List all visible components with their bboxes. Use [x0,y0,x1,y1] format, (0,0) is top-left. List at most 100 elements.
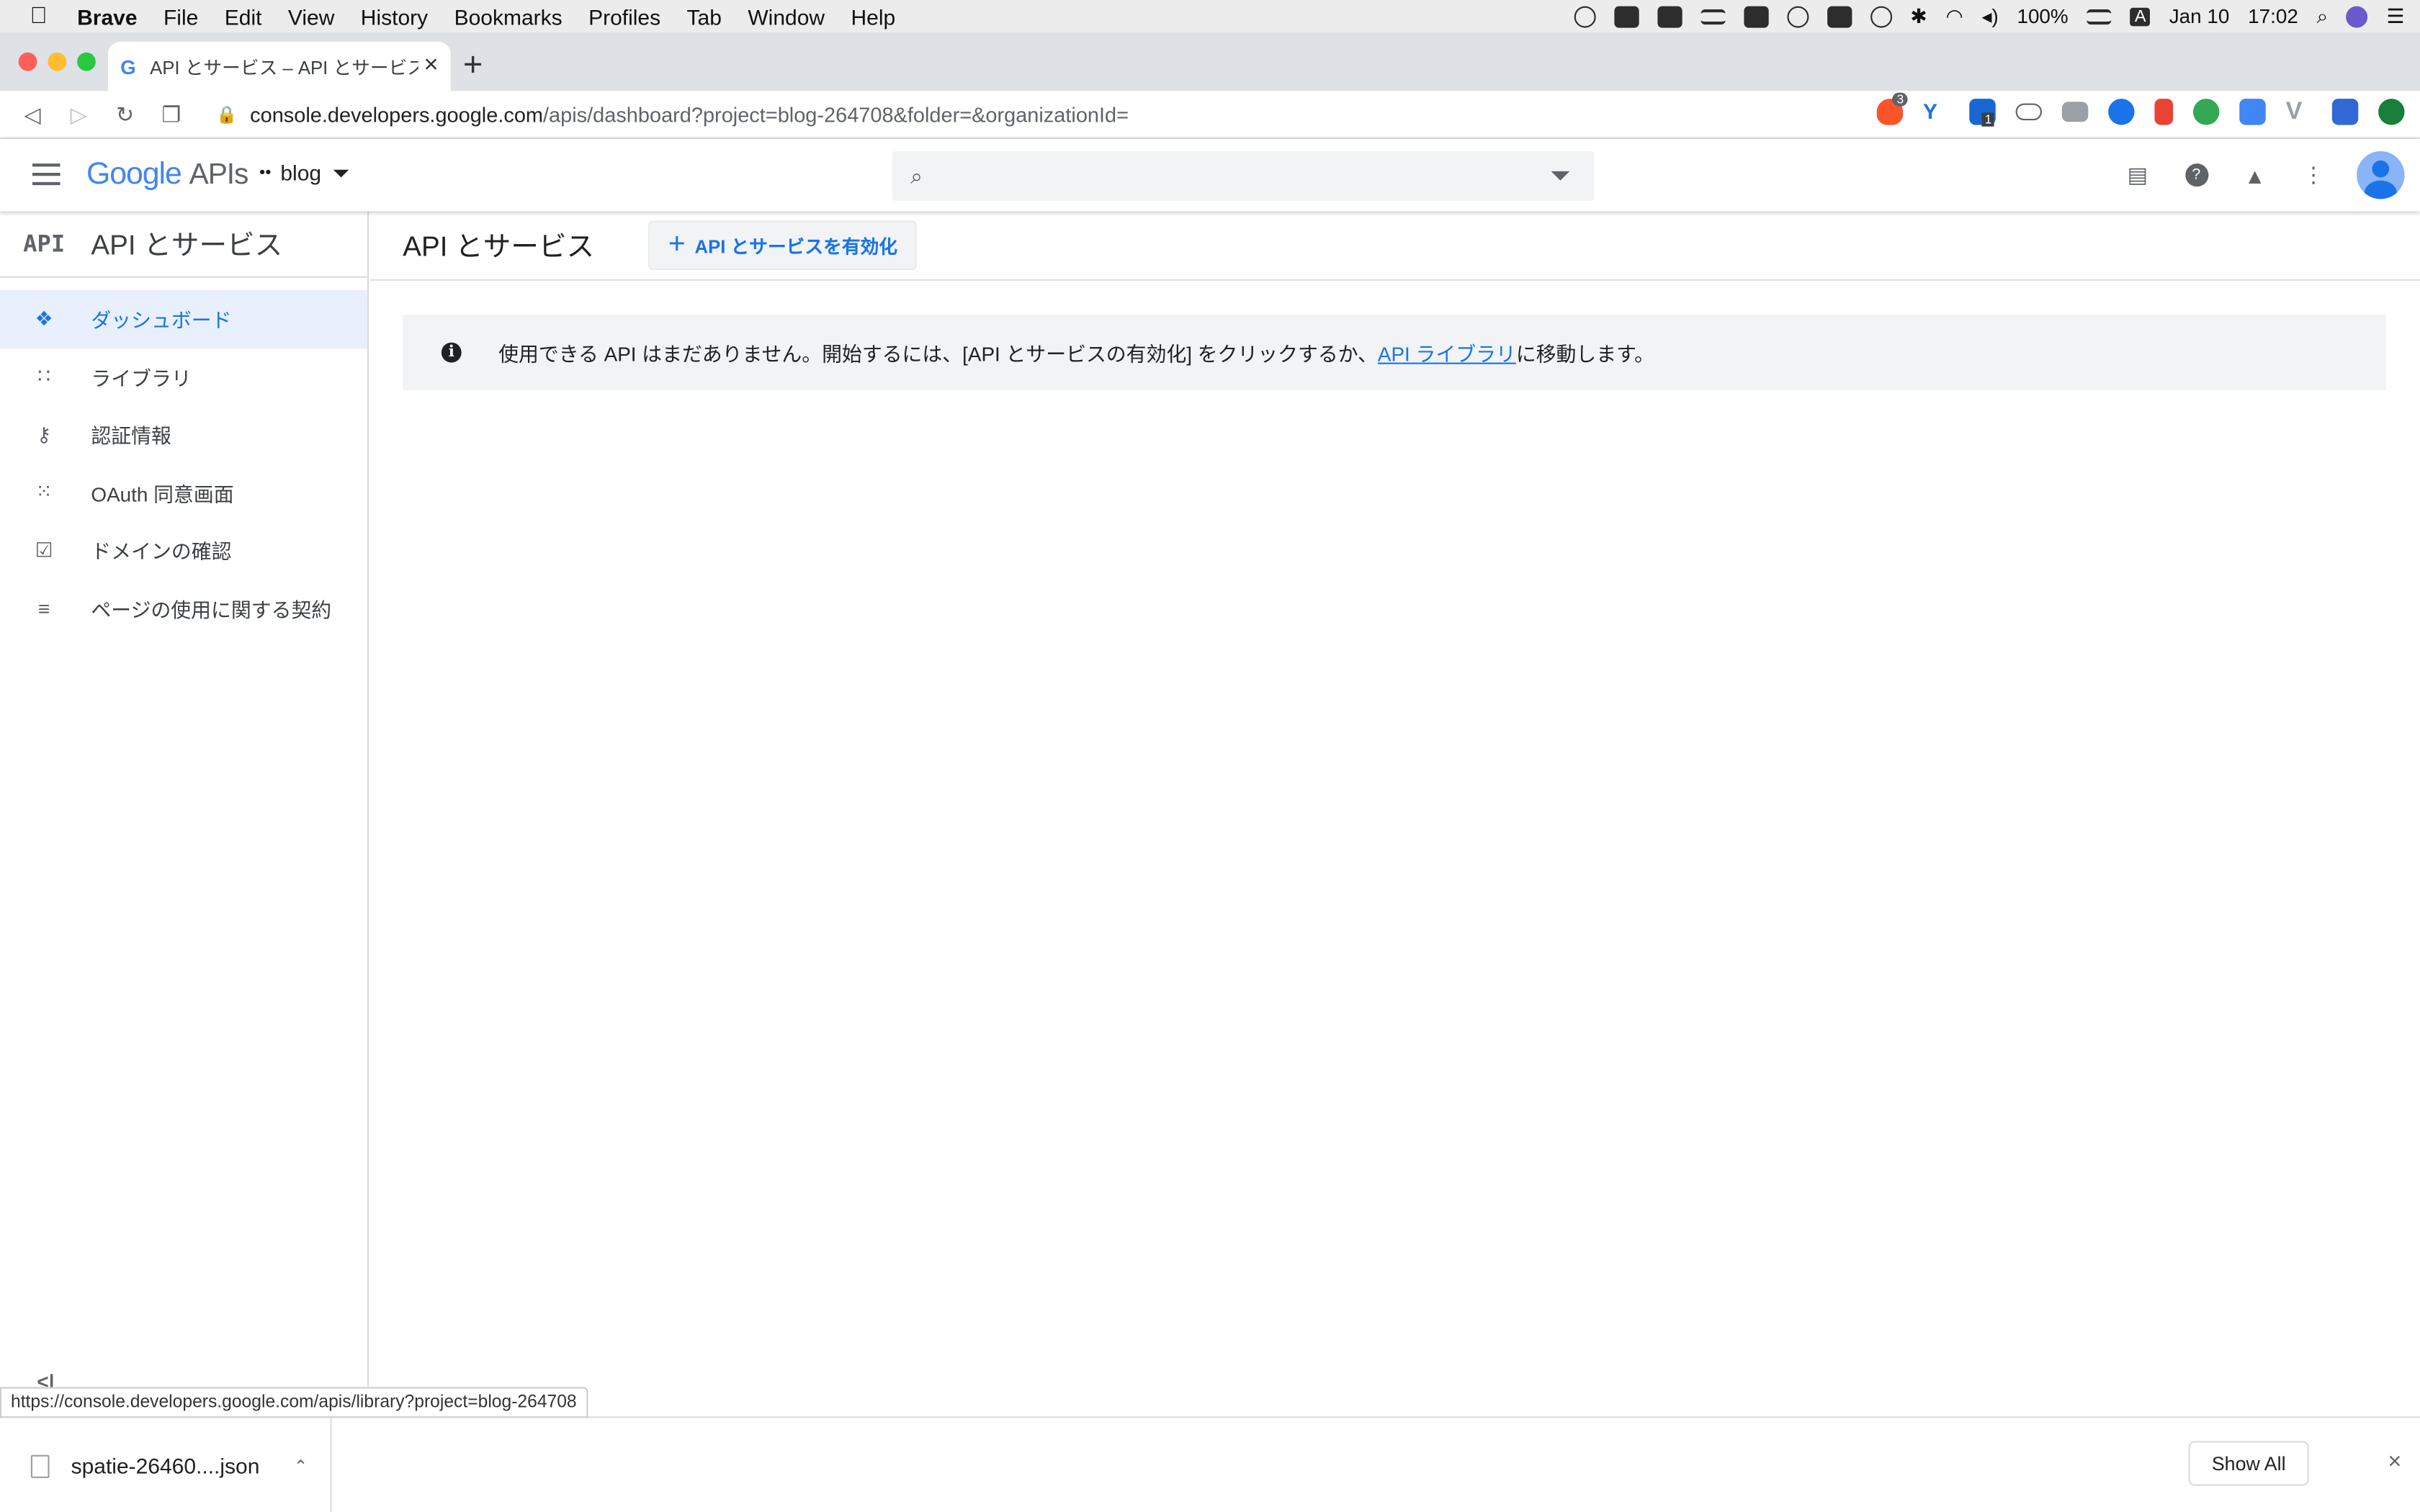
logo-apis: APIs [189,158,249,192]
sidebar-item-label: ドメインの確認 [91,540,232,564]
extension-box-icon[interactable] [2331,99,2359,125]
address-bar[interactable]: 🔒 console.developers.google.com/apis/das… [204,96,1824,132]
sidebar-item-library[interactable]: ∷ ライブラリ [0,348,367,405]
search-dropdown-icon[interactable] [1551,171,1570,181]
google-apis-logo[interactable]: Google APIs [86,158,248,193]
menu-view[interactable]: View [288,4,334,28]
back-icon[interactable]: ◁ [9,101,55,127]
window-zoom-button[interactable] [77,52,96,71]
translate-icon[interactable] [2239,99,2266,125]
logo-google: Google [86,157,182,192]
notification-center-icon[interactable]: ☰ [2387,4,2405,28]
brave-shield-icon[interactable]: 3 [1876,92,1909,125]
notifications-icon[interactable]: ▲ [2239,160,2270,191]
sidebar-item-page-usage-agreements[interactable]: ≡ ページの使用に関する契約 [0,580,367,637]
info-icon: i [441,342,462,363]
oauth-icon: ⁙ [35,480,53,504]
sidebar-item-dashboard[interactable]: ❖ ダッシュボード [0,289,367,348]
cup-icon[interactable] [1786,5,1809,27]
close-shelf-icon[interactable]: × [2388,1449,2402,1475]
help-icon[interactable]: ? [2181,160,2212,191]
api-library-link[interactable]: API ライブラリ [1378,343,1516,366]
forward-icon[interactable]: ▷ [55,101,102,127]
settings-list-icon: ≡ [37,596,50,620]
extension-green-icon[interactable] [2193,99,2220,125]
sidebar-item-label: OAuth 同意画面 [91,482,234,506]
window-close-button[interactable] [18,52,37,71]
update-icon[interactable] [2378,99,2405,125]
info-text-prefix: 使用できる API はまだありません。開始するには、[API とサービスの有効化… [498,342,1378,366]
siri-icon[interactable] [2346,5,2368,27]
window-minimize-button[interactable] [48,52,67,71]
show-all-button[interactable]: Show All [2188,1441,2309,1486]
menu-icon[interactable] [32,163,60,186]
battery-icon[interactable] [2087,8,2112,24]
extension-blue-circle-icon[interactable] [2108,99,2135,125]
sidebar-item-credentials[interactable]: ⚷ 認証情報 [0,406,367,464]
menu-file[interactable]: File [163,4,198,28]
console-header: Google APIs •• blog ⌕ ▤ ? ▲ ⋮ [0,138,2420,212]
checkbox-icon: ☑ [35,538,53,562]
airplay-icon[interactable] [1574,5,1596,27]
sidebar-item-label: ライブラリ [91,366,192,390]
time-machine-icon[interactable] [1870,5,1892,27]
reload-icon[interactable]: ↻ [102,101,148,127]
info-banner: i 使用できる API はまだありません。開始するには、[API とサービスの有… [403,315,2386,391]
hat-icon[interactable] [1613,5,1639,27]
key-icon: ⚷ [36,422,52,446]
status-area: ✱ ◠ ◂) 100% A Jan 10 17:02 ⌕ ☰ [1574,0,2405,32]
menu-tab[interactable]: Tab [687,4,722,28]
clock-time[interactable]: 17:02 [2248,4,2298,27]
browser-toolbar: ◁ ▷ ↻ ❐ 🔒 console.developers.google.com /… [0,91,2420,139]
sidebar-item-domain-verification[interactable]: ☑ ドメインの確認 [0,521,367,579]
cloud-icon[interactable] [2015,103,2042,121]
camera-icon[interactable] [2061,102,2089,122]
project-icon: •• [259,163,272,182]
browser-tab-active[interactable]: G API とサービス – API とサービス – blog × [108,41,451,91]
lock-icon[interactable]: 🔒 [204,104,250,125]
info-text-suffix: に移動します。 [1515,342,1655,366]
menu-bookmarks[interactable]: Bookmarks [454,4,563,28]
account-avatar[interactable] [2357,151,2405,199]
page-title: API とサービス [403,231,595,263]
clock-date[interactable]: Jan 10 [2169,4,2230,27]
gift-icon[interactable]: ▤ [2122,160,2153,191]
download-item[interactable]: spatie-26460....json ⌃ [0,1418,332,1512]
menu-window[interactable]: Window [748,4,825,28]
menu-history[interactable]: History [361,4,428,28]
spotlight-icon[interactable]: ⌕ [2317,4,2329,28]
extension-1-icon[interactable]: 1 [1969,99,1996,127]
new-tab-icon[interactable]: + [463,45,483,85]
more-vert-icon[interactable]: ⋮ [2298,160,2329,191]
menu-edit[interactable]: Edit [225,4,262,28]
info-text: 使用できる API はまだありません。開始するには、[API とサービスの有効化… [498,338,1654,367]
search-bar[interactable]: ⌕ [892,151,1595,201]
sidebar-item-label: ページの使用に関する契約 [91,598,332,622]
menu-profiles[interactable]: Profiles [588,4,660,28]
line-app-icon[interactable] [1827,5,1852,27]
enable-apis-button[interactable]: + API とサービスを有効化 [648,220,918,270]
url-host: console.developers.google.com [250,102,544,126]
chevron-up-icon[interactable]: ⌃ [294,1456,308,1476]
dashboard-icon: ❖ [35,306,53,330]
search-input[interactable] [938,163,1551,189]
menu-app-brave[interactable]: Brave [77,4,137,28]
bookmark-icon[interactable]: ❐ [148,101,194,127]
apple-icon[interactable]:  [0,3,77,29]
input-source[interactable]: A [2130,6,2151,26]
sidebar-title: API とサービス [91,230,283,261]
clipboard-icon[interactable] [1700,8,1726,24]
wifi-icon[interactable]: ◠ [1945,4,1963,28]
tab-close-icon[interactable]: × [424,53,439,81]
api-icon: API [23,230,66,258]
project-selector[interactable]: •• blog [259,161,349,185]
extension-v-icon[interactable]: V [2286,99,2312,125]
dollar-icon[interactable] [1743,5,1769,27]
bluetooth-icon[interactable]: ✱ [1910,4,1927,28]
sidebar-item-oauth[interactable]: ⁙ OAuth 同意画面 [0,464,367,521]
volume-icon[interactable]: ◂) [1981,4,1998,28]
extension-y-icon[interactable]: Y [1923,99,1949,125]
extension-red-icon[interactable] [2154,99,2174,125]
tools-icon[interactable] [1657,5,1682,27]
menu-help[interactable]: Help [851,4,895,28]
